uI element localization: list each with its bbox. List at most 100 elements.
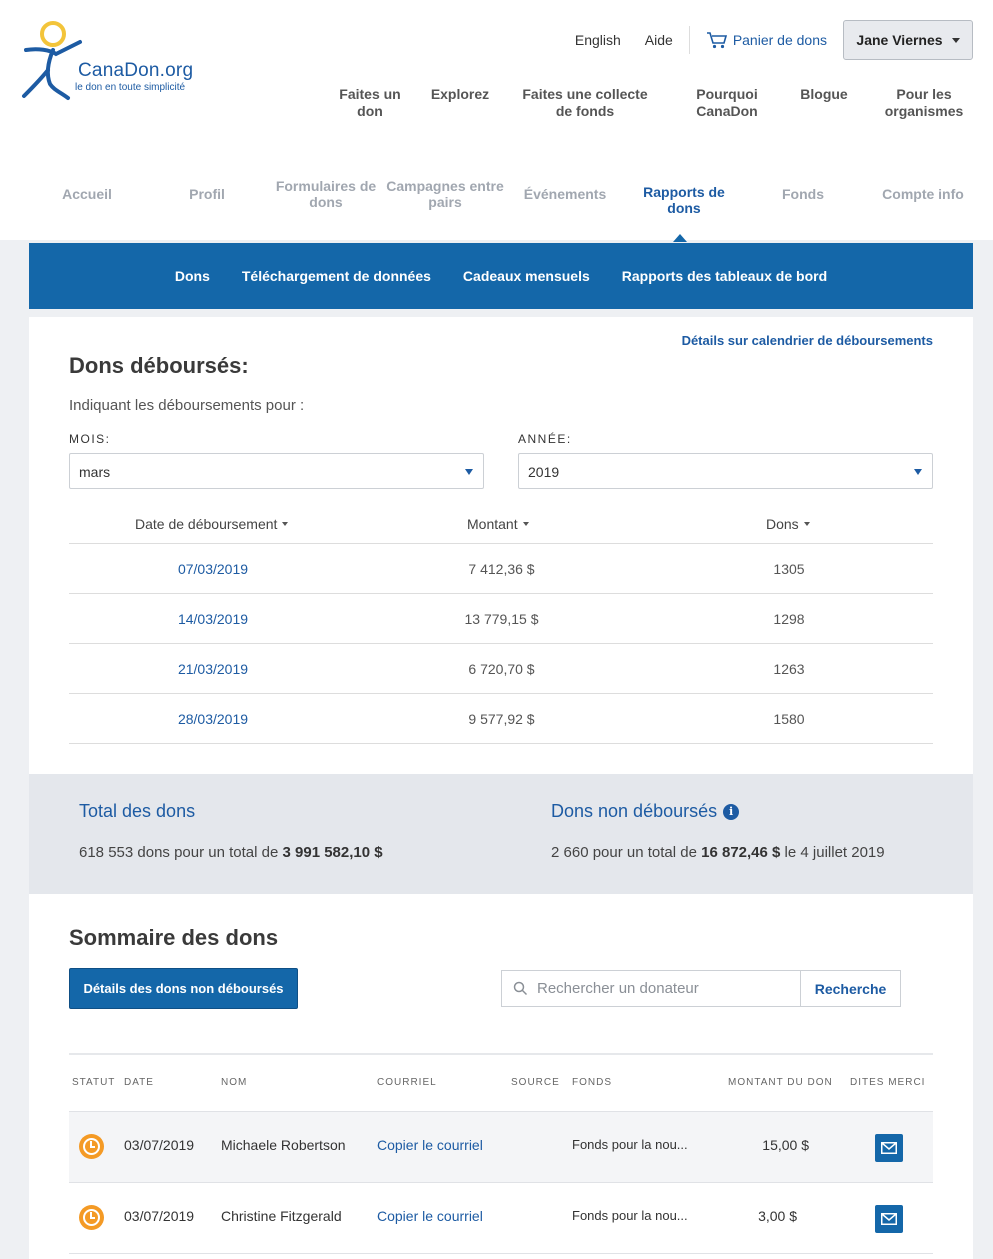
user-name: Jane Viernes [856,32,943,48]
year-label: ANNÉE: [518,432,572,446]
tab-account-info[interactable]: Compte info [864,174,982,214]
main-nav: Faites un don Explorez Faites une collec… [330,86,980,126]
table-header: Date de déboursement Montant Dons [69,503,933,544]
disbursement-date-link[interactable]: 07/03/2019 [153,561,273,577]
tab-donation-reports[interactable]: Rapports de dons [625,180,743,220]
col-fund: FONDS [572,1077,612,1088]
column-label: Dons [766,516,799,532]
donations-table: STATUT DATE NOM COURRIEL SOURCE FONDS MO… [69,1053,933,1254]
report-tabs-bar: Dons Téléchargement de données Cadeaux m… [29,243,973,309]
disbursement-date-link[interactable]: 21/03/2019 [153,661,273,677]
search-button[interactable]: Recherche [800,970,901,1007]
col-status: STATUT [72,1077,116,1088]
report-tab-data-download[interactable]: Téléchargement de données [242,268,431,284]
cart-link[interactable]: Panier de dons [706,31,827,49]
donation-amount: 15,00 $ [762,1137,809,1153]
table-row: 21/03/2019 6 720,70 $ 1263 [69,644,933,694]
col-source: SOURCE [511,1077,560,1088]
info-icon[interactable]: i [723,803,740,820]
tab-events[interactable]: Événements [506,174,624,214]
language-link[interactable]: English [575,32,621,48]
undisbursed-text: 2 660 pour un total de 16 872,46 $ le 4 … [551,844,885,861]
help-link[interactable]: Aide [645,32,673,48]
table-row: 14/03/2019 13 779,15 $ 1298 [69,594,933,644]
utility-nav: English Aide Panier de dons Jane Viernes [575,20,973,60]
pending-clock-icon [79,1134,104,1159]
main-nav-blog[interactable]: Blogue [794,86,854,103]
disbursement-count: 1305 [773,561,805,577]
canadon-logo[interactable]: CanaDon.org le don en toute simplicité [20,20,210,102]
copy-email-link[interactable]: Copier le courriel [377,1137,483,1153]
col-name: NOM [221,1077,248,1088]
column-label: Montant [467,516,518,532]
main-nav-organizations[interactable]: Pour les organismes [878,86,970,120]
disbursement-count: 1263 [773,661,805,677]
table-row: 28/03/2019 9 577,92 $ 1580 [69,694,933,744]
send-thanks-button[interactable] [875,1205,903,1233]
year-value: 2019 [528,464,560,480]
section-intro: Indiquant les déboursements pour : [69,397,305,414]
undisbursed-details-button[interactable]: Détails des dons non déboursés [69,968,298,1009]
main-nav-explore[interactable]: Explorez [425,86,495,103]
main-nav-give[interactable]: Faites un don [330,86,410,120]
copy-email-link[interactable]: Copier le courriel [377,1208,483,1224]
calendar-details-link[interactable]: Détails sur calendrier de déboursements [682,333,933,348]
disbursed-donations-card: Détails sur calendrier de déboursements … [29,317,973,774]
table-header: STATUT DATE NOM COURRIEL SOURCE FONDS MO… [69,1055,933,1112]
logo-tagline: le don en toute simplicité [75,82,186,93]
disbursement-date-link[interactable]: 28/03/2019 [153,711,273,727]
mail-icon [881,1142,897,1154]
fund-name: Fonds pour la nou... [572,1137,688,1152]
account-nav: Accueil Profil Formulaires de dons Campa… [28,174,973,230]
chevron-down-icon [914,469,922,475]
disbursement-amount: 7 412,36 $ [468,561,535,577]
col-date: DATE [124,1077,154,1088]
sort-count-header[interactable]: Dons [766,516,810,532]
disbursement-amount: 9 577,92 $ [468,711,535,727]
sort-amount-header[interactable]: Montant [467,516,529,532]
table-row: 03/07/2019 Christine Fitzgerald Copier l… [69,1183,933,1254]
report-tab-monthly-gifts[interactable]: Cadeaux mensuels [463,268,590,284]
report-tab-dashboards[interactable]: Rapports des tableaux de bord [622,268,827,284]
pending-clock-icon [79,1205,104,1230]
undisbursed-date: le 4 juillet 2019 [780,844,885,861]
month-select[interactable]: mars [69,453,484,489]
disbursement-count: 1580 [773,711,805,727]
tab-p2p-campaigns[interactable]: Campagnes entre pairs [386,174,504,214]
donation-amount: 3,00 $ [758,1208,797,1224]
sort-date-header[interactable]: Date de déboursement [135,516,289,532]
tab-profile[interactable]: Profil [148,174,266,214]
user-menu-button[interactable]: Jane Viernes [843,20,973,60]
main-nav-fundraise[interactable]: Faites une collecte de fonds [520,86,650,120]
undisbursed-amount: 16 872,46 $ [701,844,781,861]
mail-icon [881,1213,897,1225]
search-placeholder: Rechercher un donateur [537,980,699,997]
tab-donation-forms[interactable]: Formulaires de dons [267,174,385,214]
disbursement-amount: 13 779,15 $ [464,611,539,627]
totals-panel: Total des dons 618 553 dons pour un tota… [29,774,973,894]
total-amount: 3 991 582,10 $ [282,844,383,861]
table-row: 03/07/2019 Michaele Robertson Copier le … [69,1112,933,1183]
disbursement-count: 1298 [773,611,805,627]
report-tab-donations[interactable]: Dons [175,268,210,284]
col-email: COURRIEL [377,1077,437,1088]
donations-summary-card: Sommaire des dons Détails des dons non d… [29,894,973,1259]
table-row: 07/03/2019 7 412,36 $ 1305 [69,544,933,594]
month-label: MOIS: [69,432,111,446]
tab-funds[interactable]: Fonds [744,174,862,214]
disbursement-date-link[interactable]: 14/03/2019 [153,611,273,627]
donation-date: 03/07/2019 [124,1208,195,1224]
year-select[interactable]: 2019 [518,453,933,489]
chevron-down-icon [951,37,960,43]
column-label: Date de déboursement [135,516,278,532]
summary-title: Sommaire des dons [69,925,279,950]
cart-icon [706,32,727,49]
sort-caret-icon [803,522,810,526]
donation-date: 03/07/2019 [124,1137,195,1153]
col-thank: DITES MERCI [850,1077,926,1088]
disbursement-amount: 6 720,70 $ [468,661,535,677]
send-thanks-button[interactable] [875,1134,903,1162]
main-nav-why[interactable]: Pourquoi CanaDon [682,86,772,120]
tab-home[interactable]: Accueil [28,174,146,214]
donor-search-input[interactable]: Rechercher un donateur [501,970,801,1007]
